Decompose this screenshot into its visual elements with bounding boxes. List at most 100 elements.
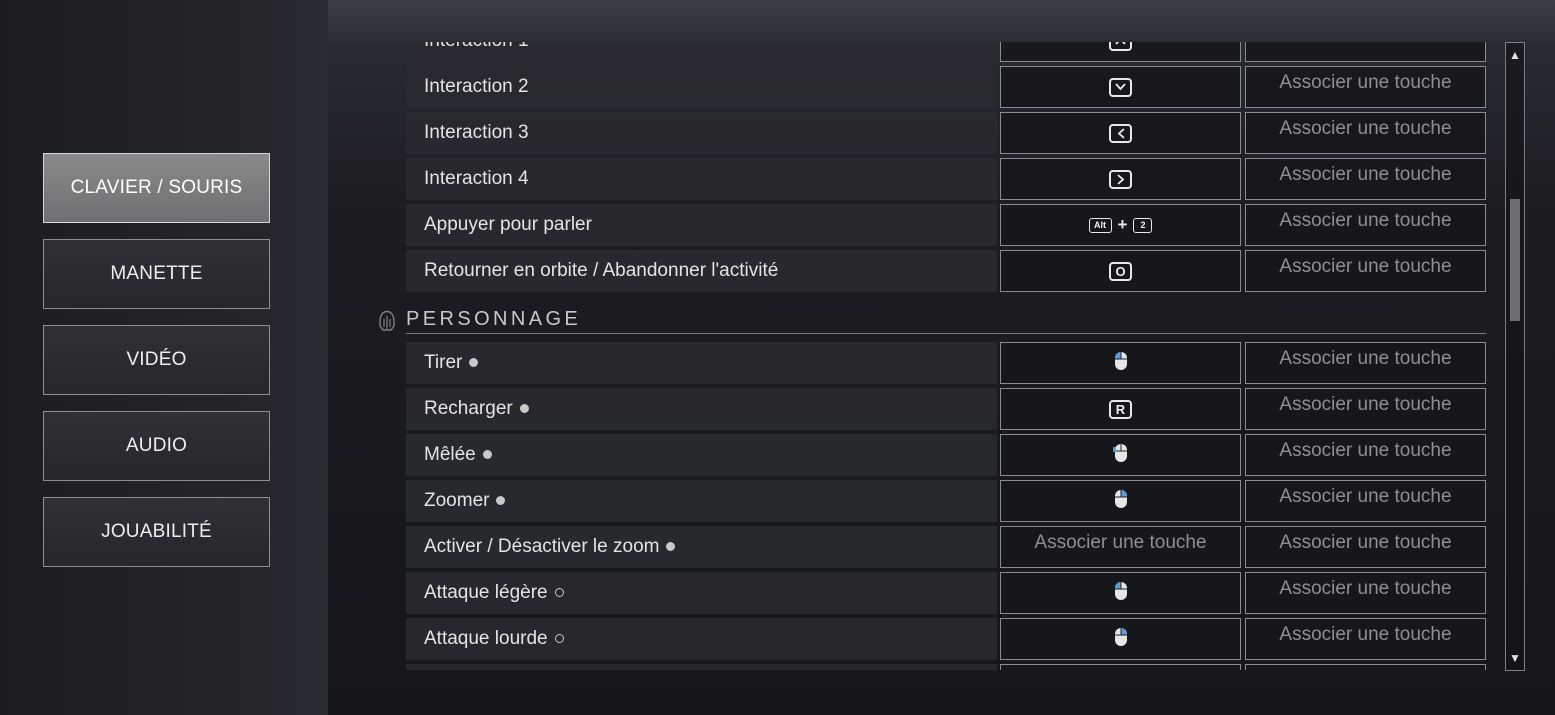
assign-key-label: Associer une touche bbox=[1034, 532, 1207, 553]
marker-filled-icon bbox=[469, 358, 479, 368]
action-label-cell: Interaction 4 bbox=[406, 158, 997, 200]
secondary-key-slot[interactable]: Associer une touche bbox=[1245, 112, 1486, 154]
marker-hollow-icon bbox=[554, 588, 564, 598]
secondary-key-slot[interactable]: Associer une touche bbox=[1245, 158, 1486, 200]
marker-filled-icon bbox=[496, 496, 506, 506]
action-label: Interaction 1 bbox=[424, 42, 529, 52]
primary-key-slot[interactable] bbox=[1000, 158, 1241, 200]
mouse-right-icon bbox=[1114, 489, 1128, 514]
mouse-right-icon bbox=[1114, 627, 1128, 652]
primary-key-slot[interactable] bbox=[1000, 572, 1241, 614]
secondary-key-slot[interactable]: Associer une touche bbox=[1245, 42, 1486, 62]
keybind-row: Attaque légère Associer une touche bbox=[330, 572, 1500, 618]
key-up-arrow-icon bbox=[1109, 42, 1132, 51]
keybind-row: Retourner en orbite / Abandonner l'activ… bbox=[330, 250, 1500, 296]
keybind-row: Tirer Associer une touche bbox=[330, 342, 1500, 388]
action-label: Attaque lourde bbox=[424, 628, 564, 650]
nav-keyboard-mouse[interactable]: CLAVIER / SOURIS bbox=[43, 153, 270, 223]
secondary-key-slot[interactable]: Associer une touche bbox=[1245, 480, 1486, 522]
primary-key-slot[interactable] bbox=[1000, 618, 1241, 660]
key-alt: Alt bbox=[1088, 217, 1112, 233]
keybind-row: Interaction 2 Associer une touche bbox=[330, 66, 1500, 112]
nav-audio[interactable]: AUDIO bbox=[43, 411, 270, 481]
primary-key-slot[interactable]: Associer une touche bbox=[1000, 526, 1241, 568]
action-label: Appuyer pour parler bbox=[424, 214, 592, 235]
primary-key-slot[interactable]: Alt + 2 bbox=[1000, 204, 1241, 246]
action-label-cell: Activer / Désactiver le zoom bbox=[406, 526, 997, 568]
secondary-key-slot[interactable]: Associer une touche bbox=[1245, 250, 1486, 292]
nav-controller[interactable]: MANETTE bbox=[43, 239, 270, 309]
action-label: Zoomer bbox=[424, 490, 506, 512]
primary-key-slot[interactable] bbox=[1000, 434, 1241, 476]
assign-key-label: Associer une touche bbox=[1279, 440, 1452, 461]
assign-key-label: Associer une touche bbox=[1279, 486, 1452, 507]
action-label: Retourner en orbite / Abandonner l'activ… bbox=[424, 260, 779, 281]
assign-key-label: Associer une touche bbox=[1279, 578, 1452, 599]
section-header-personnage: PERSONNAGE bbox=[330, 296, 1500, 342]
action-label: Recharger bbox=[424, 398, 529, 420]
scrollbar[interactable]: ▲ ▼ bbox=[1505, 42, 1525, 671]
nav-video[interactable]: VIDÉO bbox=[43, 325, 270, 395]
keybind-row: Activer / Désactiver le zoom Associer un… bbox=[330, 526, 1500, 572]
secondary-key-slot[interactable]: Associer une touche bbox=[1245, 526, 1486, 568]
header-strip bbox=[328, 0, 1555, 42]
action-label-cell: Appuyer pour parler bbox=[406, 204, 997, 246]
keybind-row: Interaction 3 Associer une touche bbox=[330, 112, 1500, 158]
assign-key-label: Associer une touche bbox=[1279, 348, 1452, 369]
action-label: Interaction 4 bbox=[424, 168, 529, 189]
primary-key-slot[interactable]: O bbox=[1000, 250, 1241, 292]
assign-key-label: Associer une touche bbox=[1279, 256, 1452, 277]
secondary-key-slot[interactable]: Associer une touche bbox=[1245, 388, 1486, 430]
assign-key-label: Associer une touche bbox=[1279, 210, 1452, 231]
secondary-key-slot[interactable]: Associer une touche bbox=[1245, 66, 1486, 108]
marker-filled-icon bbox=[666, 542, 676, 552]
nav-gameplay[interactable]: JOUABILITÉ bbox=[43, 497, 270, 567]
secondary-key-slot[interactable] bbox=[1245, 664, 1486, 670]
keybind-row: Zoomer Associer une touche bbox=[330, 480, 1500, 526]
marker-hollow-icon bbox=[554, 634, 564, 644]
action-label-cell: Mêlée bbox=[406, 434, 997, 476]
keybind-row: Interaction 1 Associer une touche bbox=[330, 42, 1500, 66]
scroll-up-icon[interactable]: ▲ bbox=[1509, 49, 1521, 61]
assign-key-label: Associer une touche bbox=[1279, 532, 1452, 553]
key-left-arrow-icon bbox=[1109, 123, 1132, 143]
assign-key-label: Associer une touche bbox=[1279, 394, 1452, 415]
section-title: PERSONNAGE bbox=[406, 308, 582, 330]
primary-key-slot[interactable] bbox=[1000, 342, 1241, 384]
secondary-key-slot[interactable]: Associer une touche bbox=[1245, 572, 1486, 614]
keybind-row: Attaque lourde Associer une touche bbox=[330, 618, 1500, 664]
primary-key-slot[interactable]: R bbox=[1000, 388, 1241, 430]
action-label: Mêlée bbox=[424, 444, 492, 466]
marker-filled-icon bbox=[482, 450, 492, 460]
key-right-arrow-icon bbox=[1109, 169, 1132, 189]
keybind-row bbox=[330, 664, 1500, 670]
primary-key-slot[interactable] bbox=[1000, 112, 1241, 154]
scroll-down-icon[interactable]: ▼ bbox=[1509, 652, 1521, 664]
primary-key-slot[interactable] bbox=[1000, 42, 1241, 62]
action-label-cell: Interaction 2 bbox=[406, 66, 997, 108]
assign-key-label: Associer une touche bbox=[1279, 72, 1452, 93]
action-label: Activer / Désactiver le zoom bbox=[424, 536, 676, 558]
mouse-left-icon bbox=[1114, 581, 1128, 606]
keybind-row: Appuyer pour parler Alt + 2 Associer une… bbox=[330, 204, 1500, 250]
secondary-key-slot[interactable]: Associer une touche bbox=[1245, 204, 1486, 246]
keybind-row: Recharger R Associer une touche bbox=[330, 388, 1500, 434]
key-r: R bbox=[1109, 399, 1132, 419]
assign-key-label: Associer une touche bbox=[1279, 42, 1451, 48]
primary-key-slot[interactable] bbox=[1000, 66, 1241, 108]
scrollbar-thumb[interactable] bbox=[1510, 199, 1520, 321]
action-label: Interaction 2 bbox=[424, 76, 529, 97]
assign-key-label: Associer une touche bbox=[1279, 118, 1452, 139]
secondary-key-slot[interactable]: Associer une touche bbox=[1245, 434, 1486, 476]
secondary-key-slot[interactable]: Associer une touche bbox=[1245, 342, 1486, 384]
action-label-cell: Attaque légère bbox=[406, 572, 997, 614]
key-2: 2 bbox=[1133, 217, 1153, 233]
assign-key-label: Associer une touche bbox=[1279, 164, 1452, 185]
action-label-cell: Interaction 1 bbox=[406, 42, 997, 62]
action-label-cell: Zoomer bbox=[406, 480, 997, 522]
mouse-left-icon bbox=[1114, 351, 1128, 376]
primary-key-slot[interactable] bbox=[1000, 480, 1241, 522]
secondary-key-slot[interactable]: Associer une touche bbox=[1245, 618, 1486, 660]
primary-key-slot[interactable] bbox=[1000, 664, 1241, 670]
keybind-list[interactable]: Interaction 1 Associer une touche Intera… bbox=[330, 42, 1500, 670]
